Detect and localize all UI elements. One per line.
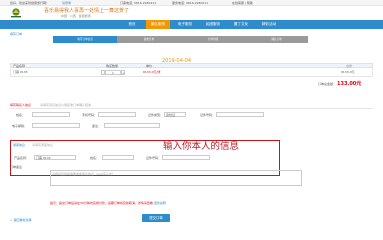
breadcrumb[interactable]: 填写订单: [10, 32, 22, 36]
nav-item-culture[interactable]: 置丁文化: [228, 20, 254, 29]
hotline2: 0816-2280211: [186, 1, 209, 5]
refund-link[interactable]: 退款说明: [154, 201, 166, 205]
product-name: 门票 ¥133: [13, 70, 28, 74]
visitor-note: 请填写游客信息: [32, 143, 54, 147]
hotline1: 0816-2280211: [134, 1, 157, 5]
top-bar: 您好，欢迎来到健康旅行网！ 请登录 订票电话： 0816-2280211 服务电…: [0, 0, 383, 6]
total-amount: 133.00元: [336, 81, 362, 87]
payment-notice: 提示：提交订单后请在30分钟内完成付款，逾期订单将自动取消，详情请查看 退款说明: [50, 201, 166, 205]
divider: [10, 108, 373, 109]
annotation-text: 输入你本人的信息: [163, 141, 240, 152]
visitor-id-label: 证件号码：: [146, 156, 162, 160]
submit-order-button[interactable]: 提交订单: [142, 214, 170, 222]
id-number-input[interactable]: [216, 112, 264, 117]
hotline2-label: 服务电话：: [172, 1, 188, 5]
name-label: 姓名：: [16, 113, 26, 117]
nav-item-events[interactable]: 精彩活动: [256, 20, 282, 29]
order-table-row: 门票 ¥133 - 1 + ¥133.0元/张 ¥133.0元: [10, 68, 373, 77]
visitor-product-label: 产品名称：: [14, 156, 30, 160]
order-total: 订单总金额： 133.00元: [318, 80, 361, 87]
nav-item-home[interactable]: 首页: [120, 20, 144, 29]
remark-placeholder: 请填写您的特殊要求或备注信息（200字以内）: [52, 172, 115, 176]
email-label: 电子邮箱：: [12, 124, 28, 128]
sub-slogan: 中国 · 川西 · 健康旅游: [61, 14, 91, 18]
qty-increase-button[interactable]: +: [121, 70, 125, 75]
total-label: 订单总金额：: [318, 82, 337, 86]
subtotal: ¥133.0元: [341, 70, 355, 74]
order-steps: 填写订单信息 提交订单 订单付款 确认订单: [53, 36, 308, 43]
logo[interactable]: [10, 8, 22, 18]
hotline1-label: 订票电话：: [120, 1, 136, 5]
remark-section-title: 订单备注: [10, 165, 23, 169]
back-link[interactable]: < 返回重新选择: [10, 218, 31, 222]
slogan: 喜乐易得我人喜再一处情上一舞这贺了: [44, 8, 130, 14]
visitor-product-value: 门票 ¥133: [36, 156, 51, 160]
name-input[interactable]: [32, 112, 70, 117]
order-remark-textarea[interactable]: 请填写您的特殊要求或备注信息（200字以内）: [50, 170, 302, 186]
contact-remark-input[interactable]: [104, 123, 160, 128]
email-input[interactable]: [32, 123, 80, 128]
visitor-product-select[interactable]: 门票 ¥133: [34, 155, 76, 160]
notice-text: 提示：提交订单后请在30分钟内完成付款，逾期订单将自动取消，详情请查看: [50, 201, 153, 205]
main-nav: 首页 景区服务 电子服务 民团服务 置丁文化 精彩活动: [0, 20, 383, 29]
step-4: 确认订单: [271, 38, 282, 41]
id-type-select[interactable]: 身份证: [164, 112, 186, 117]
contact-section-title: 填写联系人信息: [10, 103, 32, 107]
unit-price: ¥133.0元/张: [143, 70, 161, 74]
visitor-id-input[interactable]: [162, 155, 210, 160]
top-links[interactable]: 在线客服 | 帮助: [232, 1, 253, 5]
nav-item-scenic[interactable]: 景区服务: [146, 20, 170, 29]
visitor-section-title: 游客信息: [13, 143, 26, 147]
step-3: 订单付款: [207, 38, 219, 41]
welcome-text: 您好，欢迎来到健康旅行网！: [10, 1, 50, 5]
phone-input[interactable]: [98, 112, 136, 117]
step-1: 填写订单信息: [53, 36, 117, 43]
visitor-name-label: 姓名：: [90, 156, 100, 160]
visitor-name-input[interactable]: [102, 155, 134, 160]
login-link[interactable]: 请登录: [62, 1, 71, 5]
qty-input[interactable]: 1: [105, 70, 121, 75]
id-number-label: 证件号码：: [200, 113, 216, 117]
step-2: 提交订单: [143, 38, 155, 41]
id-type-value: 身份证: [166, 113, 176, 117]
nav-item-group[interactable]: 民团服务: [200, 20, 226, 29]
contact-remark-label: 备注：: [92, 124, 102, 128]
nav-item-e-service[interactable]: 电子服务: [172, 20, 198, 29]
id-type-label: 证件类型：: [148, 113, 164, 117]
phone-label: 手机号码：: [82, 113, 98, 117]
contact-note: 请填写真实信息以便接收订单确认短信: [40, 103, 92, 107]
